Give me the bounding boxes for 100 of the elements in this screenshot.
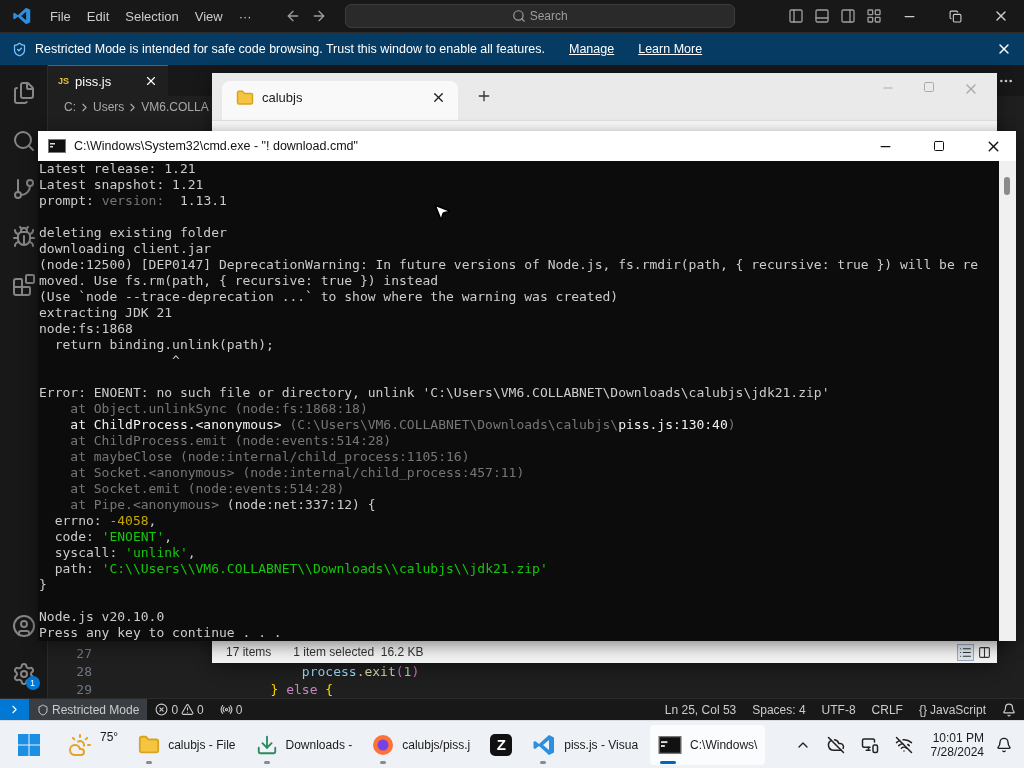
new-tab-icon[interactable] — [476, 88, 492, 104]
editor-tab[interactable]: JS piss.js — [48, 65, 168, 96]
console-line: at Socket.emit (node:events:514:28) — [69, 481, 345, 497]
console-line: Error: ENOENT: no such file or directory, unlink 'C:\Users\VM6.COLLABNET\Downloads\calubjs\jdk21.zip' — [39, 385, 830, 401]
panel-bottom-icon[interactable] — [813, 8, 830, 24]
menu-item[interactable]: Edit — [78, 5, 118, 27]
console-line: deleting existing folder — [39, 225, 227, 241]
error-icon — [155, 703, 169, 716]
console-line: Press any key to continue . . . — [39, 625, 282, 641]
banner-link[interactable]: Learn More — [638, 42, 703, 56]
status-item[interactable]: UTF-8 — [813, 699, 864, 720]
taskbar-app[interactable]: calubjs - File — [130, 724, 244, 765]
menu-item[interactable]: Selection — [117, 5, 187, 27]
network-off-icon[interactable] — [894, 735, 913, 754]
ports-button[interactable]: 0 — [211, 699, 251, 720]
restore-icon[interactable] — [948, 9, 962, 23]
console-line: at maybeClose (node:internal/child_process:1105:16) — [69, 449, 470, 465]
console-line: moved. Use fs.rm(path, { recursive: true }) instead — [39, 273, 439, 289]
file-type-icon: JS — [58, 76, 69, 86]
taskbar-app[interactable]: Downloads - — [247, 724, 361, 765]
taskbar-app[interactable]: C:\Windows\ — [650, 724, 766, 765]
window-title: C:\Windows\System32\cmd.exe - "! download.cmd" — [74, 139, 359, 153]
menu-item[interactable]: View — [186, 5, 231, 27]
console-line: prompt: version: 1.13.1 — [39, 193, 227, 209]
weather-icon — [68, 732, 92, 757]
weather-widget[interactable]: 75° — [60, 724, 127, 765]
status-item[interactable]: CRLF — [863, 699, 911, 720]
settings-icon[interactable] — [11, 662, 36, 686]
console-icon — [48, 139, 66, 153]
shield-icon — [12, 41, 27, 57]
search-icon — [511, 9, 526, 23]
console-line: } — [39, 577, 47, 593]
blocks-icon[interactable] — [11, 273, 36, 297]
folder-tab[interactable]: calubjs — [222, 81, 458, 120]
console-line: code: 'ENOENT', — [53, 529, 173, 545]
branch-icon[interactable] — [11, 177, 36, 201]
console-line: at Object.unlinkSync (node:fs:1868:18) — [69, 401, 368, 417]
account-icon[interactable] — [11, 614, 36, 638]
search-field[interactable]: Search — [344, 4, 735, 28]
console-line: (Use `node --trace-deprecation ...` to show where the warning was created) — [39, 289, 619, 305]
scrollbar-thumb[interactable] — [1004, 177, 1010, 195]
taskbar-app[interactable]: calubjs/piss.j — [364, 724, 479, 765]
menu-item[interactable]: File — [41, 5, 79, 27]
console-line: Latest release: 1.21 — [39, 161, 196, 177]
warning-icon — [181, 703, 195, 716]
console-line: Node.js v20.10.0 — [39, 609, 165, 625]
console-line: (node:12500) [DEP0147] DeprecationWarning: In future versions of Node.js, fs.rmdir(path, { recursive: true }) will be re — [39, 257, 979, 273]
item-count: 17 items — [226, 645, 272, 659]
language-button[interactable]: {} JavaScript — [910, 699, 994, 720]
notification-badge: 1 — [25, 676, 40, 690]
browser-icon — [372, 733, 395, 756]
close-icon[interactable] — [144, 74, 158, 88]
console-line: syscall: 'unlink', — [53, 545, 196, 561]
download-icon — [255, 733, 278, 756]
line-number: 28 — [75, 663, 92, 679]
maximize-icon[interactable] — [933, 140, 945, 152]
folder-icon — [138, 733, 161, 756]
problems-button[interactable]: 0 0 — [147, 699, 212, 720]
console-line: ^ — [171, 353, 180, 369]
search-icon[interactable] — [11, 129, 36, 153]
console-line: Latest snapshot: 1.21 — [39, 177, 204, 193]
console-line: at ChildProcess.emit (node:events:514:28) — [69, 433, 392, 449]
details-view-button[interactable] — [957, 643, 974, 661]
layout-icon[interactable] — [865, 8, 882, 24]
notification-icon[interactable] — [996, 736, 1012, 753]
antenna-icon — [219, 703, 233, 716]
menu-item[interactable]: ··· — [230, 5, 260, 27]
banner-message: Restricted Mode is intended for safe code browsing. Trust this window to enable all features. — [35, 42, 545, 56]
line-number: 27 — [75, 645, 92, 661]
console-line: node:fs:1868 — [39, 321, 133, 337]
taskbar-app[interactable]: Z — [482, 724, 521, 765]
bell-icon[interactable] — [1002, 702, 1016, 717]
console-line: at Socket.<anonymous> (node:internal/child_process:457:11) — [69, 465, 525, 481]
close-icon[interactable] — [431, 90, 446, 105]
breadcrumb[interactable]: C: — [64, 100, 76, 114]
folder-icon — [236, 88, 254, 107]
console-line: return binding.unlink(path); — [53, 337, 274, 353]
start-icon[interactable] — [18, 733, 40, 756]
restricted-mode-button[interactable]: Restricted Mode — [29, 699, 148, 720]
breadcrumb[interactable]: VM6.COLLA — [141, 100, 209, 114]
columns-icon — [978, 645, 991, 659]
code-line: } else { — [269, 681, 334, 697]
selection-info: 1 item selected 16.2 KB — [293, 645, 424, 659]
clock[interactable]: 10:01 PM 7/28/2024 — [930, 730, 984, 759]
banner-link[interactable]: Manage — [569, 42, 615, 56]
console-icon — [658, 735, 683, 754]
breadcrumb[interactable]: Users — [93, 100, 125, 114]
status-item[interactable]: Spaces: 4 — [744, 699, 814, 720]
status-item[interactable]: Ln 25, Col 53 — [656, 699, 745, 720]
code-editor-icon — [532, 732, 557, 757]
cloud-off-icon[interactable] — [826, 735, 845, 754]
panel-right-icon[interactable] — [839, 8, 856, 24]
console-line: downloading client.jar — [39, 241, 212, 257]
taskbar-app[interactable]: piss.js - Visua — [524, 724, 647, 765]
console-line: errno: -4058, — [53, 513, 157, 529]
devices-icon[interactable] — [860, 735, 879, 754]
code-line: process.exit(1) — [300, 663, 420, 679]
mouse-pointer-icon — [432, 202, 452, 222]
panel-left-icon[interactable] — [787, 8, 804, 24]
files-icon[interactable] — [11, 81, 36, 105]
